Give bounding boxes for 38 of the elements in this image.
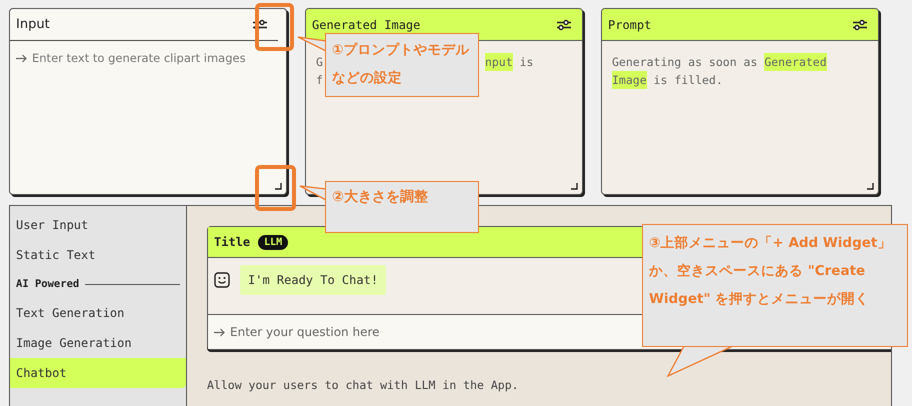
callout-tooltip: ②大きさを調整: [325, 181, 479, 233]
highlighted-text: Image: [612, 71, 647, 89]
card-text: G: [316, 54, 323, 71]
callout-tooltip: ①プロンプトやモデルなどの設定: [325, 33, 479, 97]
callout-tail: [666, 345, 734, 378]
widget-description: Allow your users to chat with LLM in the App.: [207, 378, 520, 392]
arrow-icon: [16, 54, 27, 62]
card-title: Prompt: [608, 18, 652, 32]
resize-handle-icon[interactable]: [275, 183, 282, 190]
card-text: f: [316, 72, 323, 89]
sidebar-item[interactable]: Text Generation: [10, 298, 186, 328]
widget-title: Title: [214, 235, 250, 249]
card-title: Input: [16, 17, 50, 32]
card-text: Generating as soon as: [612, 54, 758, 71]
highlighted-text: Generated: [764, 53, 827, 71]
callout-tail: [297, 36, 327, 52]
highlight-frame: [255, 165, 296, 211]
card-title: Generated Image: [312, 18, 420, 32]
sidebar-item[interactable]: User Input: [10, 210, 186, 240]
sidebar-item[interactable]: Static Text: [10, 240, 186, 270]
sidebar-item[interactable]: Image Generation: [10, 328, 186, 358]
callout-tail: [299, 185, 327, 202]
highlighted-text: nput: [484, 53, 513, 71]
section-heading: AI Powered: [16, 278, 80, 290]
text-input-field[interactable]: Enter text to generate clipart images: [10, 41, 286, 75]
chat-message: I'm Ready To Chat!: [240, 265, 386, 295]
resize-handle-icon[interactable]: [867, 183, 874, 190]
resize-handle-icon[interactable]: [571, 183, 578, 190]
highlight-frame: [255, 3, 294, 51]
sliders-icon[interactable]: [556, 18, 572, 30]
sliders-icon[interactable]: [252, 18, 268, 30]
model-badge: LLM: [258, 234, 288, 250]
smiley-icon: [214, 272, 230, 288]
card-text: is filled.: [652, 72, 723, 89]
arrow-icon: [214, 328, 225, 336]
sidebar-item[interactable]: Chatbot: [10, 358, 186, 388]
card-text: is: [518, 54, 534, 71]
sliders-icon[interactable]: [852, 18, 868, 30]
